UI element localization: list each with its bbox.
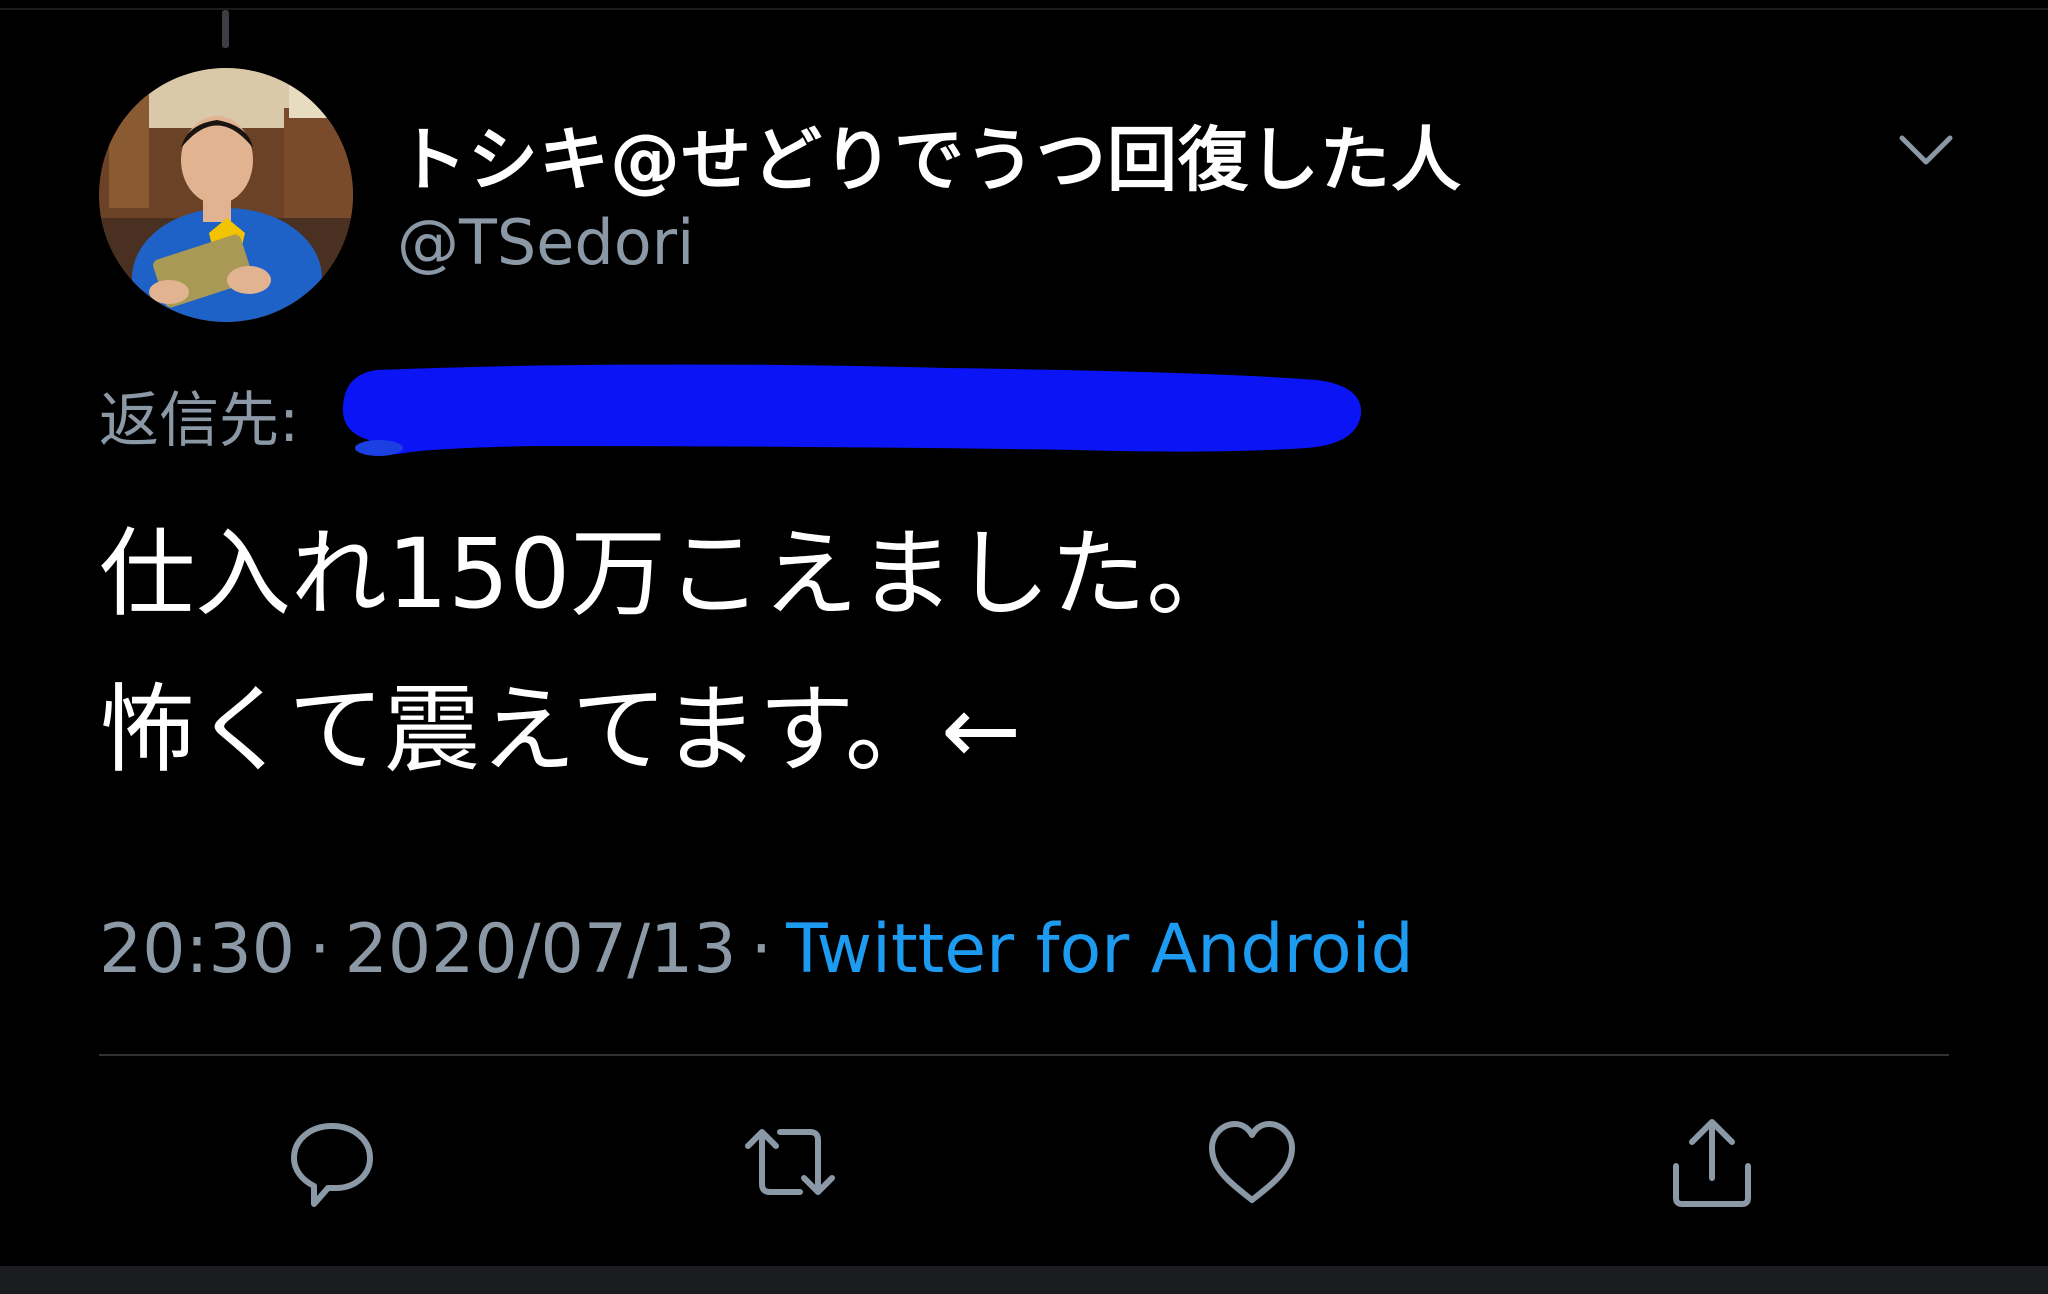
tweet-time: 20:30 <box>99 910 295 989</box>
meta-separator: · <box>750 910 773 989</box>
author-display-name[interactable]: トシキ@せどりでうつ回復した人 <box>397 104 1462 205</box>
reply-icon[interactable] <box>282 1112 382 1212</box>
tweet-text-line-1: 仕入れ150万こえました。 <box>99 518 1243 630</box>
retweet-icon[interactable] <box>740 1112 840 1212</box>
avatar[interactable] <box>99 68 353 322</box>
bottom-bar <box>0 1266 2048 1294</box>
tweet-metadata: 20:30 · 2020/07/13 · Twitter for Android <box>99 910 1414 989</box>
heart-icon[interactable] <box>1202 1112 1302 1212</box>
redaction-mark <box>342 364 1362 456</box>
chevron-down-icon[interactable] <box>1896 130 1956 170</box>
tweet-text-line-2: 怖くて震えてます。← <box>99 674 1022 786</box>
tweet-source-link[interactable]: Twitter for Android <box>786 910 1414 989</box>
thread-connector-line <box>222 10 229 48</box>
meta-separator: · <box>308 910 331 989</box>
author-handle[interactable]: @TSedori <box>397 206 694 279</box>
top-edge <box>0 0 2048 10</box>
tweet-body: 仕入れ150万こえました。 怖くて震えてます。← <box>99 496 1949 808</box>
divider <box>99 1054 1949 1056</box>
tweet-date: 2020/07/13 <box>344 910 737 989</box>
share-icon[interactable] <box>1662 1112 1762 1212</box>
reply-to-label: 返信先: <box>99 386 300 456</box>
avatar-photo <box>99 68 353 322</box>
